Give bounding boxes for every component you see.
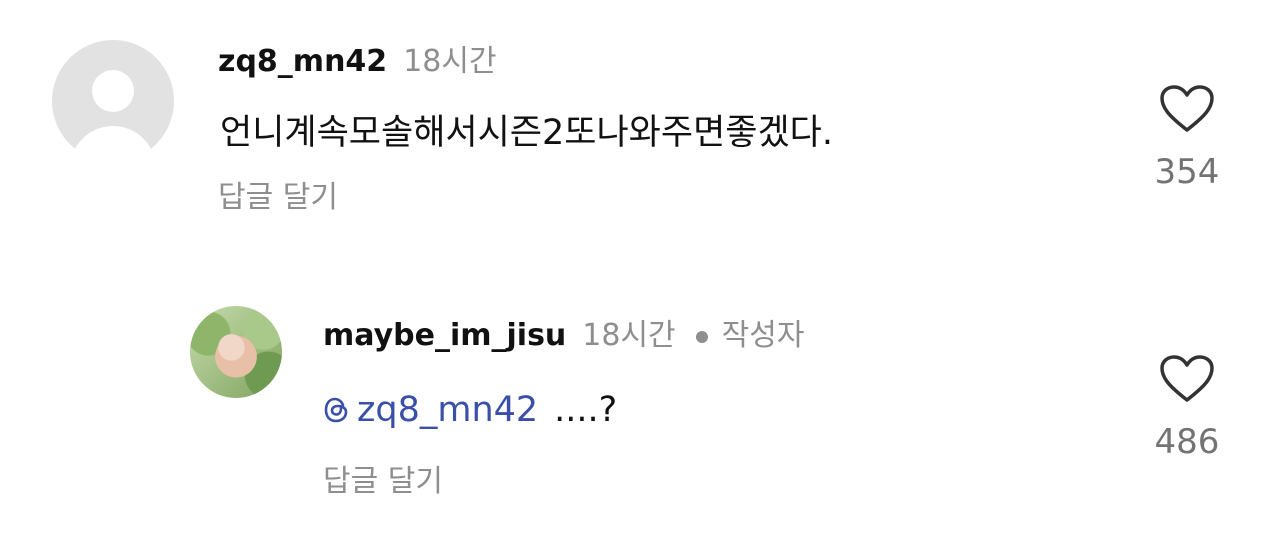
mention-username[interactable]: zq8_mn42 [357, 390, 538, 430]
comment-text: 언니계속모솔해서시즌2또나와주면좋겠다. [220, 113, 833, 153]
comment-reply-item: maybe_im_jisu 18시간 작성자 zq8_mn42 ....? 답글… [0, 290, 1280, 549]
comment-item: zq8_mn42 18시간 언니계속모솔해서시즌2또나와주면좋겠다. 답글 달기… [0, 0, 1280, 250]
heart-icon[interactable] [1159, 84, 1215, 134]
default-avatar-icon[interactable] [52, 40, 174, 162]
separator-dot [695, 331, 708, 343]
comment-time: 18시간 [403, 44, 497, 79]
threads-icon [324, 397, 348, 423]
comment-body: ....? [554, 390, 618, 430]
heart-icon[interactable] [1159, 354, 1215, 404]
like-button[interactable]: 354 [1142, 84, 1232, 192]
reply-button[interactable]: 답글 달기 [323, 456, 443, 500]
like-count: 486 [1154, 422, 1220, 462]
like-count: 354 [1154, 152, 1220, 192]
comment-text: zq8_mn42 ....? [323, 390, 617, 430]
comment-meta: maybe_im_jisu 18시간 작성자 [323, 310, 804, 354]
like-button[interactable]: 486 [1142, 354, 1232, 462]
profile-photo-avatar[interactable] [190, 306, 282, 398]
reply-button[interactable]: 답글 달기 [218, 172, 338, 216]
comment-time: 18시간 [582, 318, 676, 353]
comment-username[interactable]: maybe_im_jisu [323, 318, 566, 353]
comment-meta: zq8_mn42 18시간 [218, 36, 497, 80]
author-badge: 작성자 [721, 318, 805, 353]
mention-link[interactable]: zq8_mn42 [323, 390, 538, 430]
comment-username[interactable]: zq8_mn42 [218, 44, 387, 79]
